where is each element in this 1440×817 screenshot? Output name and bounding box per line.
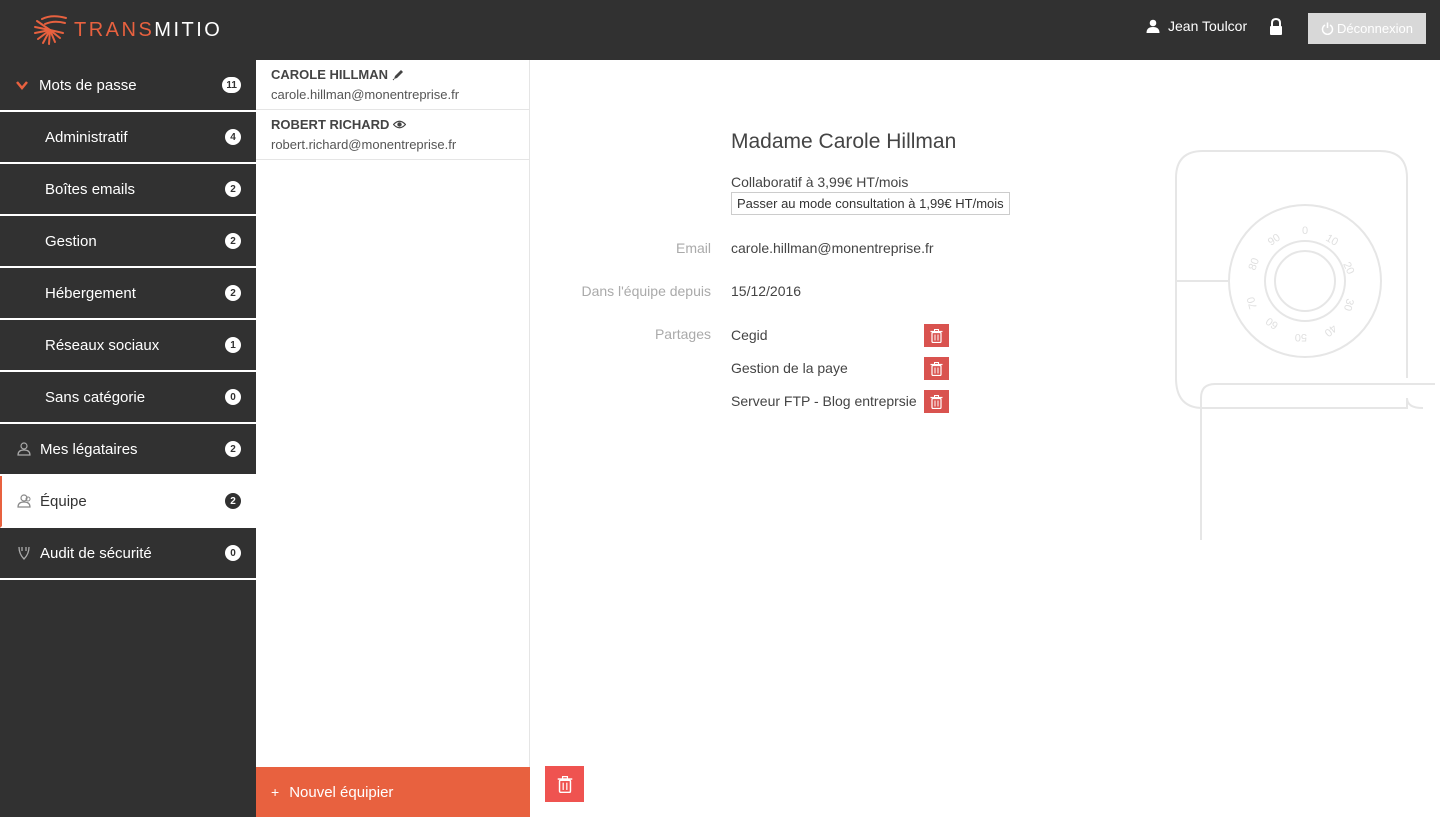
sidebar-item-gestion[interactable]: Gestion 2 <box>0 216 256 268</box>
member-name: CAROLE HILLMAN <box>271 66 388 82</box>
svg-text:30: 30 <box>1341 297 1356 312</box>
member-email: carole.hillman@monentreprise.fr <box>271 87 460 102</box>
svg-text:50: 50 <box>1295 331 1307 343</box>
delete-share-button[interactable] <box>924 390 949 413</box>
svg-text:0: 0 <box>1302 225 1308 237</box>
svg-text:70: 70 <box>1245 295 1260 310</box>
user-outline-icon <box>16 441 32 457</box>
email-label: Email <box>675 240 711 256</box>
logo-text: TRANSMITIO <box>74 18 223 41</box>
sidebar-item-hebergement[interactable]: Hébergement 2 <box>0 268 256 320</box>
share-item: Serveur FTP - Blog entreprsie <box>731 393 917 409</box>
lock-icon[interactable] <box>1268 18 1284 36</box>
logo[interactable]: TRANSMITIO <box>32 14 222 46</box>
sidebar-item-mes-legataires[interactable]: Mes légataires 2 <box>0 424 256 476</box>
svg-text:20: 20 <box>1340 260 1356 276</box>
trash-icon <box>930 361 943 376</box>
sidebar-item-audit-securite[interactable]: Audit de sécurité 0 <box>0 528 256 580</box>
team-icon <box>16 493 32 509</box>
sidebar-item-label: Mots de passe <box>39 76 137 94</box>
svg-text:40: 40 <box>1322 322 1339 339</box>
safe-illustration: 0 10 20 30 40 50 60 70 80 90 <box>1175 150 1435 540</box>
member-detail: 0 10 20 30 40 50 60 70 80 90 Madame Caro… <box>531 60 1440 817</box>
sidebar-item-label: Boîtes emails <box>45 180 136 198</box>
delete-share-button[interactable] <box>924 357 949 380</box>
sidebar-item-label: Gestion <box>45 232 97 250</box>
sidebar-item-boites-emails[interactable]: Boîtes emails 2 <box>0 164 256 216</box>
new-member-button[interactable]: + Nouvel équipier <box>256 767 530 817</box>
member-name: ROBERT RICHARD <box>271 116 390 132</box>
sidebar-item-mots-de-passe[interactable]: Mots de passe 11 <box>0 60 256 112</box>
count-badge: 2 <box>225 441 241 457</box>
svg-text:80: 80 <box>1247 256 1262 272</box>
sidebar-item-sans-categorie[interactable]: Sans catégorie 0 <box>0 372 256 424</box>
logout-button[interactable]: Déconnexion <box>1308 13 1426 44</box>
share-item: Cegid <box>731 327 768 343</box>
sidebar-item-label: Administratif <box>45 128 128 146</box>
svg-text:60: 60 <box>1264 315 1281 332</box>
sidebar-item-reseaux-sociaux[interactable]: Réseaux sociaux 1 <box>0 320 256 372</box>
power-icon <box>1321 22 1334 35</box>
count-badge: 2 <box>225 181 241 197</box>
count-badge: 2 <box>225 285 241 301</box>
sidebar-item-label: Audit de sécurité <box>40 544 152 562</box>
count-badge: 4 <box>225 129 241 145</box>
sidebar-item-equipe[interactable]: Équipe 2 <box>0 476 256 528</box>
list-item[interactable]: CAROLE HILLMAN carole.hillman@monentrepr… <box>256 60 529 110</box>
trash-icon <box>930 394 943 409</box>
sidebar-item-label: Réseaux sociaux <box>45 336 160 354</box>
eye-icon <box>393 120 407 128</box>
sidebar-item-label: Sans catégorie <box>45 388 146 406</box>
sidebar-item-administratif[interactable]: Administratif 4 <box>0 112 256 164</box>
count-badge: 0 <box>225 389 241 405</box>
sidebar: Mots de passe 11 Administratif 4 Boîtes … <box>0 60 256 817</box>
switch-plan-button[interactable]: Passer au mode consultation à 1,99€ HT/m… <box>731 192 1010 215</box>
since-value: 15/12/2016 <box>731 283 802 299</box>
plan-text: Collaboratif à 3,99€ HT/mois <box>731 174 909 190</box>
shares-label: Partages <box>654 326 711 342</box>
count-badge: 1 <box>225 337 241 353</box>
page-title: Madame Carole Hillman <box>731 130 957 153</box>
email-value: carole.hillman@monentreprise.fr <box>731 240 934 256</box>
top-bar: TRANSMITIO Jean Toulcor Déconnexion <box>0 0 1440 60</box>
list-item[interactable]: ROBERT RICHARD robert.richard@monentrepr… <box>256 110 529 160</box>
count-badge: 2 <box>225 493 241 509</box>
delete-member-button[interactable] <box>545 766 584 802</box>
user-menu[interactable]: Jean Toulcor <box>1146 18 1247 34</box>
pencil-icon <box>392 69 403 80</box>
user-icon <box>1146 19 1160 33</box>
logo-sunburst-icon <box>34 15 67 45</box>
chevron-down-icon <box>16 79 28 91</box>
member-email: robert.richard@monentreprise.fr <box>271 137 457 152</box>
delete-share-button[interactable] <box>924 324 949 347</box>
shield-icon <box>16 545 32 561</box>
member-list: CAROLE HILLMAN carole.hillman@monentrepr… <box>256 60 530 817</box>
plus-icon: + <box>271 784 280 800</box>
sidebar-item-label: Mes légataires <box>40 440 138 458</box>
count-badge: 11 <box>222 77 241 93</box>
trash-icon <box>930 328 943 343</box>
svg-text:90: 90 <box>1266 232 1283 249</box>
since-label: Dans l'équipe depuis <box>581 283 711 299</box>
count-badge: 0 <box>225 545 241 561</box>
sidebar-item-label: Hébergement <box>45 284 136 302</box>
share-item: Gestion de la paye <box>731 360 848 376</box>
user-name: Jean Toulcor <box>1168 18 1248 34</box>
trash-icon <box>557 775 572 793</box>
count-badge: 2 <box>225 233 241 249</box>
sidebar-item-label: Équipe <box>40 492 87 510</box>
